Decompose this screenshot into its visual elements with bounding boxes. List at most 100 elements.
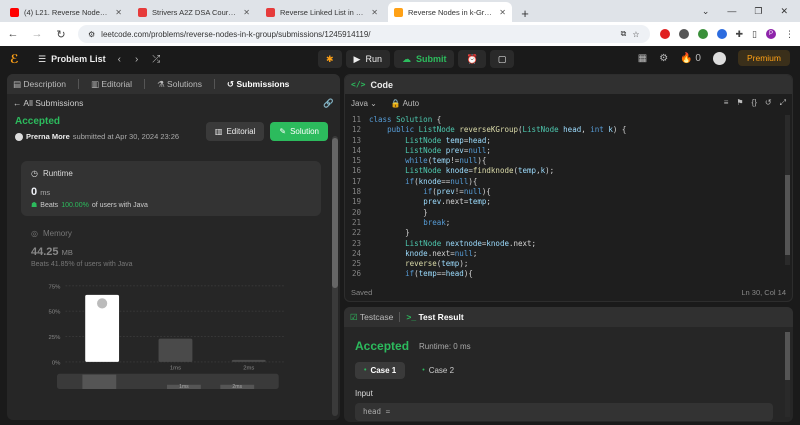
- close-window-icon[interactable]: ✕: [780, 6, 788, 17]
- star-icon[interactable]: ☆: [632, 30, 639, 39]
- runtime-card[interactable]: ◷ Runtime 0 ms ☗ Beats 100.00% of users w…: [21, 161, 321, 216]
- site-icon: [138, 7, 147, 17]
- close-icon[interactable]: ✕: [371, 8, 378, 17]
- browser-tab-4[interactable]: Reverse Nodes in k-Group - Lee ✕: [388, 2, 512, 22]
- url-input[interactable]: ⚙ leetcode.com/problems/reverse-nodes-in…: [78, 25, 650, 43]
- run-label: Run: [365, 54, 382, 64]
- line-text: ListNode temp=head;: [405, 135, 491, 145]
- reset-icon[interactable]: ↺: [765, 98, 772, 108]
- layout-icon[interactable]: ▦: [638, 53, 647, 64]
- code-line[interactable]: 12 public ListNode reverseKGroup(ListNod…: [345, 125, 782, 135]
- shuffle-icon[interactable]: ⤮: [152, 54, 160, 65]
- tab-testcase[interactable]: ☑ Testcase: [350, 312, 393, 323]
- scrollbar[interactable]: [332, 136, 338, 416]
- maximize-icon[interactable]: ❐: [754, 6, 762, 17]
- overview-label: 2ms: [232, 384, 242, 389]
- code-line[interactable]: 21 break;: [345, 218, 782, 228]
- pass-dot-icon: •: [364, 367, 367, 374]
- code-editor[interactable]: 11 class Solution {12 public ListNode rev…: [345, 115, 782, 279]
- browser-tab-2[interactable]: Strivers A2Z DSA Course/Sheet ✕: [132, 2, 256, 22]
- run-button[interactable]: ▶ Run: [345, 50, 390, 68]
- code-line[interactable]: 19 prev.next=temp;: [345, 197, 782, 207]
- code-line[interactable]: 23 ListNode nextnode=knode.next;: [345, 239, 782, 249]
- scrollbar[interactable]: [785, 115, 790, 265]
- code-line[interactable]: 16 ListNode knode=findknode(temp,k);: [345, 166, 782, 176]
- problem-list-link[interactable]: ☰ Problem List: [38, 54, 106, 65]
- code-line[interactable]: 22 }: [345, 228, 782, 238]
- editorial-button[interactable]: ▥ Editorial: [205, 122, 265, 141]
- code-line[interactable]: 25 reverse(temp);: [345, 259, 782, 269]
- leetcode-logo-icon[interactable]: ℰ: [10, 52, 22, 66]
- fullscreen-icon[interactable]: ⤢: [780, 98, 786, 108]
- prev-problem-icon[interactable]: ‹: [118, 54, 121, 65]
- puzzle-icon[interactable]: ✚: [736, 29, 744, 40]
- submission-panel: ▤ Description ▥ Editorial ⚗ Solutions ↺ …: [7, 74, 340, 420]
- tab-description[interactable]: ▤ Description: [13, 79, 66, 90]
- timer-button[interactable]: ⏰: [458, 50, 486, 68]
- language-select[interactable]: Java ⌄: [351, 99, 377, 108]
- premium-button[interactable]: Premium: [737, 50, 790, 66]
- fire-streak[interactable]: 🔥 0: [680, 53, 701, 64]
- code-line[interactable]: 14 ListNode prev=null;: [345, 146, 782, 156]
- format-icon[interactable]: ≡: [724, 98, 729, 108]
- book-icon: ▥: [214, 127, 223, 136]
- tab-label: Test Result: [418, 312, 464, 322]
- code-line[interactable]: 26 if(temp==head){: [345, 269, 782, 279]
- menu-icon[interactable]: ⋮: [785, 29, 794, 40]
- bookmark-icon[interactable]: ⚑: [736, 98, 743, 108]
- memory-section[interactable]: ◎ Memory 44.25 MB Beats 41.85% of users w…: [31, 229, 133, 268]
- gear-icon[interactable]: ⚙: [659, 53, 668, 64]
- back-icon[interactable]: ←: [6, 28, 20, 40]
- case-1-tab[interactable]: • Case 1: [355, 362, 406, 379]
- y-tick-label: 75%: [49, 284, 62, 290]
- result-status: Accepted: [355, 339, 410, 353]
- sidebar-icon[interactable]: ▯: [752, 29, 757, 40]
- close-icon[interactable]: ✕: [115, 8, 122, 17]
- close-icon[interactable]: ✕: [243, 8, 250, 17]
- code-line[interactable]: 13 ListNode temp=head;: [345, 136, 782, 146]
- left-tabs: ▤ Description ▥ Editorial ⚗ Solutions ↺ …: [7, 74, 340, 94]
- code-line[interactable]: 18 if(prev!=null){: [345, 187, 782, 197]
- forward-icon[interactable]: →: [30, 28, 44, 40]
- extension-icon[interactable]: [697, 29, 708, 39]
- extension-icon[interactable]: [678, 29, 689, 39]
- scrollbar[interactable]: [785, 332, 790, 417]
- link-icon[interactable]: 🔗: [323, 98, 334, 109]
- code-line[interactable]: 24 knode.next=null;: [345, 249, 782, 259]
- profile-avatar[interactable]: P: [766, 29, 776, 39]
- submitter-name[interactable]: Prerna More: [26, 132, 70, 141]
- tab-solutions[interactable]: ⚗ Solutions: [157, 79, 202, 90]
- line-number: 18: [351, 187, 361, 197]
- code-line[interactable]: 11 class Solution {: [345, 115, 782, 125]
- debug-button[interactable]: ✱: [318, 50, 342, 68]
- code-line[interactable]: 17 if(knode==null){: [345, 177, 782, 187]
- opera-icon[interactable]: [659, 29, 670, 39]
- tab-editorial[interactable]: ▥ Editorial: [91, 79, 132, 90]
- minimize-icon[interactable]: —: [727, 6, 736, 16]
- next-problem-icon[interactable]: ›: [135, 54, 138, 65]
- browser-tab-1[interactable]: (4) L21. Reverse Nodes in K Gro ✕: [4, 2, 128, 22]
- site-info-icon[interactable]: ⚙: [88, 30, 95, 39]
- auto-mode[interactable]: 🔒 Auto: [391, 99, 419, 108]
- new-tab-button[interactable]: +: [516, 4, 534, 22]
- reload-icon[interactable]: ↻: [54, 28, 68, 41]
- code-line[interactable]: 15 while(temp!=null){: [345, 156, 782, 166]
- solution-button[interactable]: ✎ Solution: [270, 122, 328, 141]
- tab-submissions[interactable]: ↺ Submissions: [227, 79, 289, 90]
- browser-tab-3[interactable]: Reverse Linked List in groups of ✕: [260, 2, 384, 22]
- submit-button[interactable]: ☁ Submit: [393, 50, 455, 68]
- all-submissions-link[interactable]: ← All Submissions: [13, 98, 83, 108]
- translate-icon[interactable]: ⧉: [621, 29, 627, 39]
- avatar[interactable]: [712, 51, 726, 65]
- braces-icon[interactable]: {}: [752, 98, 757, 108]
- chevron-down-icon[interactable]: ⌄: [702, 6, 710, 17]
- line-text: ListNode nextnode=knode.next;: [405, 238, 537, 248]
- extension-icon[interactable]: [716, 29, 727, 39]
- notes-button[interactable]: ▢: [489, 50, 515, 68]
- line-text: while(temp!=null){: [405, 156, 487, 166]
- code-line[interactable]: 20 }: [345, 208, 782, 218]
- tab-test-result[interactable]: >_ Test Result: [406, 312, 463, 322]
- x-tick-label: 1ms: [170, 366, 181, 372]
- case-2-tab[interactable]: • Case 2: [413, 362, 463, 379]
- close-icon[interactable]: ✕: [499, 8, 506, 17]
